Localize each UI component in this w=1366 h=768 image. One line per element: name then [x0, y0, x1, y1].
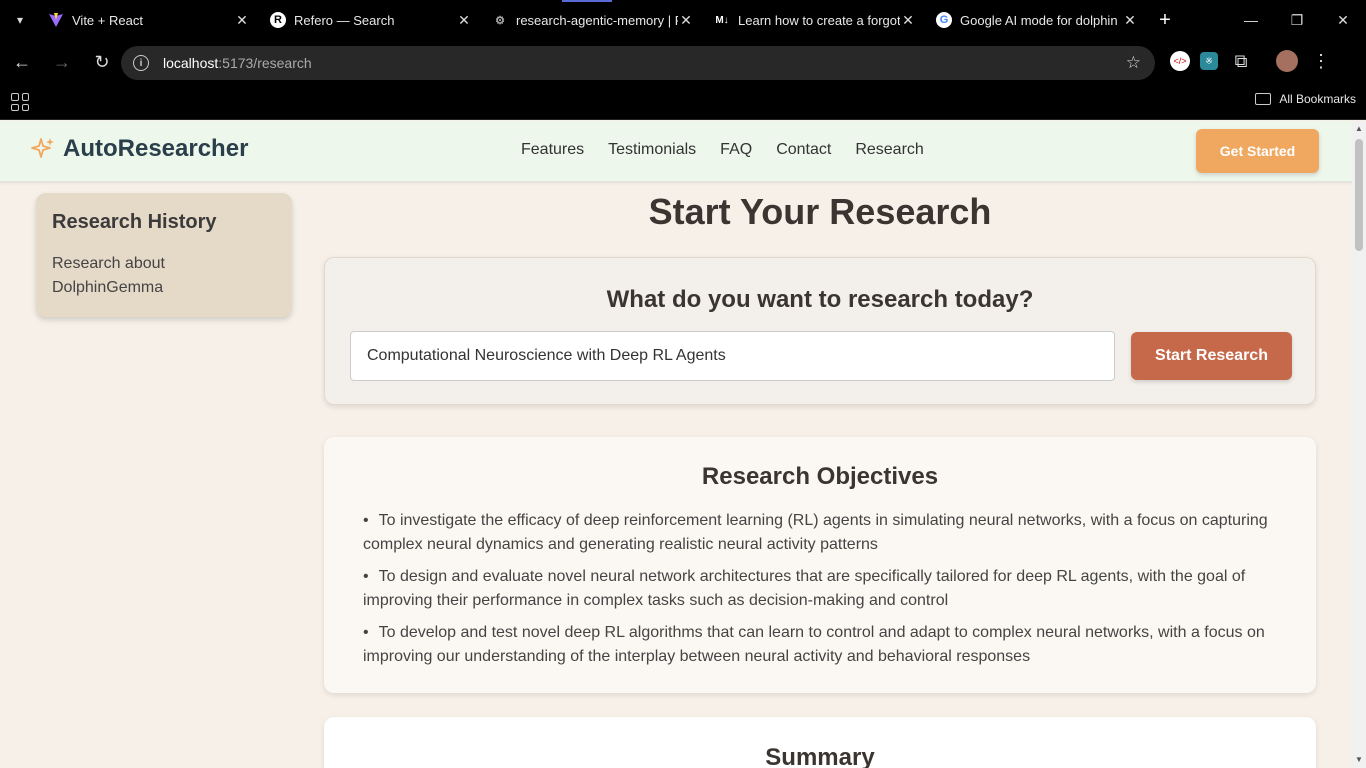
forward-icon[interactable]: → — [44, 44, 80, 80]
all-bookmarks-label: All Bookmarks — [1279, 92, 1356, 106]
folder-icon — [1255, 93, 1272, 105]
tab-close-icon[interactable]: ✕ — [1122, 12, 1138, 28]
browser-tab-active[interactable]: ⚙ research-agentic-memory | F ✕ — [484, 0, 706, 40]
scroll-down-icon[interactable]: ▼ — [1354, 755, 1364, 765]
objective-item: To design and evaluate novel neural netw… — [363, 565, 1283, 613]
browser-tabbar: ▾ Vite + React ✕ R Refero — Search ✕ ⚙ r… — [0, 0, 1366, 40]
menu-kebab-icon[interactable]: ⋮ — [1308, 48, 1334, 74]
search-prompt: What do you want to research today? — [606, 286, 1034, 313]
tab-close-icon[interactable]: ✕ — [900, 12, 916, 28]
main-nav: Features Testimonials FAQ Contact Resear… — [521, 141, 948, 159]
page-viewport: AutoResearcher Features Testimonials FAQ… — [0, 121, 1352, 768]
objective-item: To investigate the efficacy of deep rein… — [363, 509, 1283, 557]
browser-toolbar: ← → ↻ i localhost:5173/research ☆ </> ※ … — [0, 40, 1366, 84]
vite-icon — [48, 12, 64, 28]
tab-title: Google AI mode for dolphin — [960, 12, 1118, 28]
minimize-icon[interactable]: — — [1228, 0, 1274, 40]
window-controls: — ❐ ✕ — [1228, 0, 1366, 40]
back-icon[interactable]: ← — [4, 44, 40, 80]
extension-icons: </> ※ ⧉ ⋮ — [1170, 48, 1334, 74]
start-research-button[interactable]: Start Research — [1131, 332, 1292, 380]
nav-testimonials[interactable]: Testimonials — [608, 141, 696, 159]
url-path: :5173/research — [218, 55, 312, 71]
tab-close-icon[interactable]: ✕ — [234, 12, 250, 28]
code-extension-icon[interactable]: </> — [1170, 51, 1190, 71]
research-objectives-card: Research Objectives To investigate the e… — [324, 437, 1316, 693]
github-icon: ⚙ — [495, 14, 505, 27]
tab-title: Vite + React — [72, 12, 143, 28]
research-query-input[interactable] — [350, 331, 1115, 381]
bookmark-star-icon[interactable]: ☆ — [1126, 53, 1141, 73]
history-title: Research History — [52, 211, 217, 233]
google-icon: G — [936, 12, 952, 28]
tab-close-icon[interactable]: ✕ — [456, 12, 472, 28]
active-tab-indicator — [562, 0, 612, 2]
browser-tab[interactable]: Vite + React ✕ — [40, 0, 262, 40]
teal-extension-icon[interactable]: ※ — [1200, 52, 1218, 70]
research-history-panel: Research History Research about DolphinG… — [36, 193, 292, 317]
nav-features[interactable]: Features — [521, 141, 584, 159]
close-window-icon[interactable]: ✕ — [1320, 0, 1366, 40]
search-card: What do you want to research today? Star… — [324, 257, 1316, 405]
profile-avatar[interactable] — [1276, 50, 1298, 72]
browser-tab[interactable]: M↓ Learn how to create a forgot ✕ — [706, 0, 928, 40]
sparkle-icon — [31, 138, 54, 158]
nav-research[interactable]: Research — [855, 141, 923, 159]
objectives-list: To investigate the efficacy of deep rein… — [363, 509, 1283, 677]
bookmarks-bar: All Bookmarks — [0, 84, 1366, 120]
nav-contact[interactable]: Contact — [776, 141, 831, 159]
tab-title: Refero — Search — [294, 12, 395, 28]
site-info-icon[interactable]: i — [133, 55, 149, 71]
tab-title: research-agentic-memory | F — [516, 12, 678, 28]
objectives-title: Research Objectives — [701, 463, 939, 490]
brand-logo[interactable]: AutoResearcher — [31, 135, 248, 163]
new-tab-button[interactable]: + — [1150, 0, 1180, 40]
get-started-button[interactable]: Get Started — [1196, 129, 1319, 173]
address-bar[interactable]: i localhost:5173/research ☆ — [121, 46, 1155, 80]
browser-tab[interactable]: R Refero — Search ✕ — [262, 0, 484, 40]
page-title: Start Your Research — [648, 191, 992, 232]
objective-item: To develop and test novel deep RL algori… — [363, 621, 1283, 669]
restore-icon[interactable]: ❐ — [1274, 0, 1320, 40]
app-header: AutoResearcher Features Testimonials FAQ… — [0, 121, 1352, 182]
scrollbar-thumb[interactable] — [1355, 139, 1363, 251]
extensions-puzzle-icon[interactable]: ⧉ — [1228, 48, 1254, 74]
summary-title: Summary — [765, 744, 875, 768]
nav-faq[interactable]: FAQ — [720, 141, 752, 159]
history-item[interactable]: Research about DolphinGemma — [52, 252, 276, 300]
scroll-up-icon[interactable]: ▲ — [1354, 124, 1364, 134]
tab-search-icon[interactable]: ▾ — [0, 0, 40, 40]
refero-icon: R — [270, 12, 286, 28]
apps-grid-icon[interactable] — [11, 93, 29, 111]
tab-close-icon[interactable]: ✕ — [678, 12, 694, 28]
reload-icon[interactable]: ↻ — [84, 44, 120, 80]
all-bookmarks-button[interactable]: All Bookmarks — [1255, 92, 1356, 106]
page-scrollbar[interactable]: ▲ ▼ — [1352, 121, 1366, 768]
brand-name: AutoResearcher — [63, 135, 249, 162]
tab-title: Learn how to create a forgot — [738, 12, 900, 28]
summary-card: Summary — [324, 717, 1316, 768]
url-host: localhost — [163, 55, 219, 71]
browser-tab[interactable]: G Google AI mode for dolphin ✕ — [928, 0, 1150, 40]
medium-icon: M↓ — [715, 14, 729, 26]
